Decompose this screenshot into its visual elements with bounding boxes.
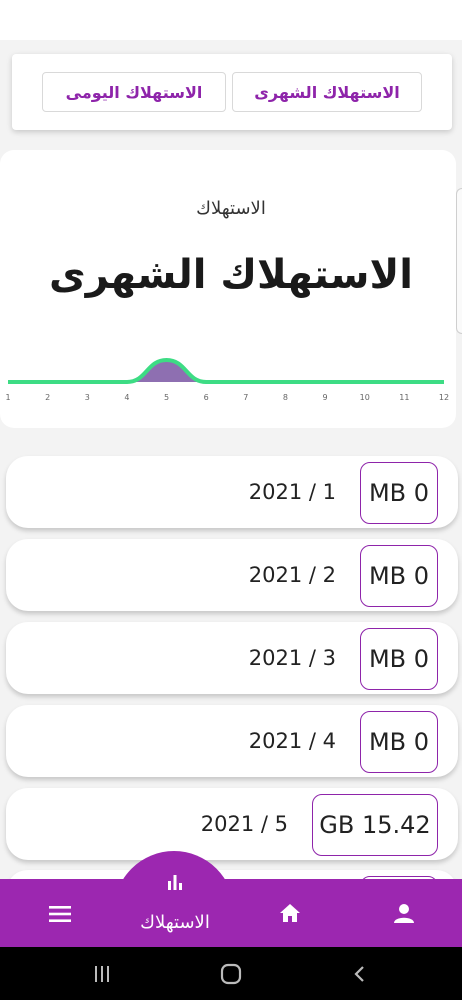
chart-series-line — [7, 357, 444, 384]
scroll-indicator[interactable] — [456, 188, 462, 334]
home-system-icon[interactable] — [211, 957, 251, 991]
x-tick-label: 11 — [399, 393, 409, 402]
list-item[interactable]: MB 0 2021 / 3 — [6, 622, 458, 694]
usage-value: MB 0 — [360, 628, 438, 690]
usage-date: 2021 / 3 — [248, 646, 336, 670]
chart-title: الاستهلاك الشهرى — [49, 252, 413, 298]
home-icon[interactable] — [276, 900, 304, 926]
x-tick-label: 6 — [204, 393, 209, 402]
usage-date: 2021 / 1 — [248, 480, 336, 504]
list-item[interactable]: MB 0 2021 / 4 — [6, 705, 458, 777]
recent-apps-icon[interactable] — [82, 957, 122, 991]
x-tick-label: 3 — [85, 393, 90, 402]
bar-chart-icon[interactable] — [162, 870, 188, 894]
menu-icon[interactable] — [46, 902, 74, 926]
usage-value: MB 0 — [360, 462, 438, 524]
x-tick-label: 1 — [5, 393, 10, 402]
usage-value: MB 0 — [360, 711, 438, 773]
x-tick-label: 4 — [124, 393, 129, 402]
nav-active-label[interactable]: الاستهلاك — [110, 912, 240, 933]
x-tick-label: 9 — [323, 393, 328, 402]
back-icon[interactable] — [340, 957, 380, 991]
x-tick-label: 2 — [45, 393, 50, 402]
system-nav-bar — [0, 947, 462, 1000]
usage-date: 2021 / 5 — [200, 812, 288, 836]
x-tick-label: 5 — [164, 393, 169, 402]
usage-chart: 1 2 3 4 5 6 7 8 9 10 11 12 — [5, 357, 449, 402]
list-item[interactable]: MB 0 2021 / 1 — [6, 456, 458, 528]
list-item[interactable]: GB 15.42 2021 / 5 — [6, 788, 458, 860]
x-tick-label: 8 — [283, 393, 288, 402]
chart-card: الاستهلاك الاستهلاك الشهرى 1 2 3 4 5 6 7 8 9 10 11… — [0, 150, 456, 428]
chart-area-fill — [8, 360, 444, 382]
tab-monthly-usage[interactable]: الاستهلاك الشهرى — [232, 72, 422, 112]
usage-date: 2021 / 2 — [248, 563, 336, 587]
usage-value: GB 15.42 — [312, 794, 438, 856]
x-tick-label: 10 — [360, 393, 370, 402]
usage-date: 2021 / 4 — [248, 729, 336, 753]
status-bar-area — [0, 0, 462, 40]
person-icon[interactable] — [390, 900, 418, 926]
x-tick-label: 7 — [243, 393, 248, 402]
list-item[interactable]: MB 0 2021 / 2 — [6, 539, 458, 611]
usage-value: MB 0 — [360, 545, 438, 607]
chart-subtitle: الاستهلاك — [196, 198, 266, 219]
usage-tabs: الاستهلاك الشهرى الاستهلاك اليومى — [12, 54, 452, 130]
tab-daily-usage[interactable]: الاستهلاك اليومى — [42, 72, 226, 112]
x-tick-label: 12 — [439, 393, 449, 402]
